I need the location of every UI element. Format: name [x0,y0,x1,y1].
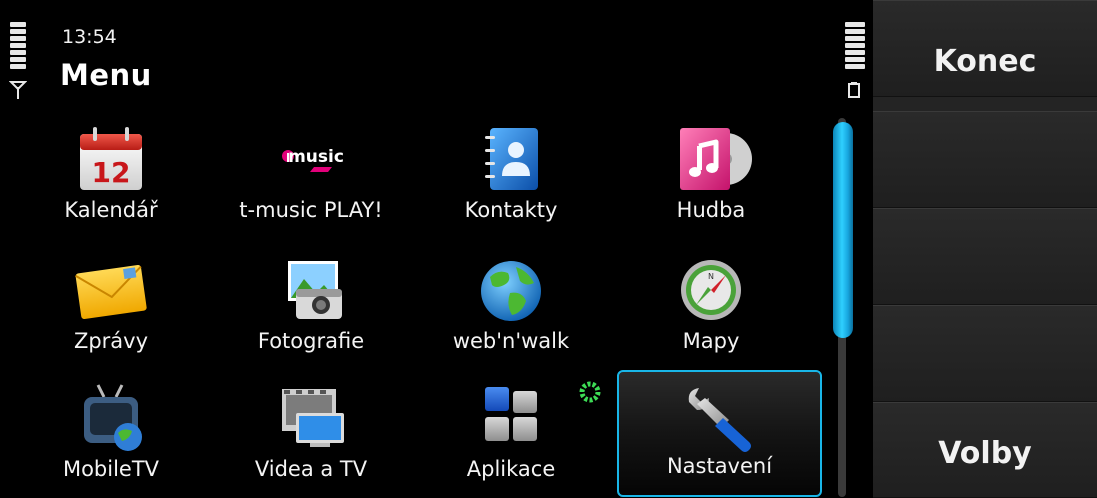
app-tile-hudba[interactable]: Hudba [611,118,811,236]
app-tile-videa[interactable]: Videa a TV [211,377,411,495]
battery-level-icon [845,22,865,71]
app-tile-aplikace[interactable]: Aplikace [411,377,611,495]
globe-icon [481,261,541,321]
app-label: Hudba [676,198,746,222]
contacts-icon [485,128,538,190]
softkey-bottom[interactable]: Volby [873,402,1097,498]
app-tile-kontakty[interactable]: Kontakty [411,118,611,236]
music-icon [680,128,752,190]
signal-strength-icon [10,22,26,71]
scrollbar[interactable] [829,118,855,497]
softkey-exit-label: Konec [933,44,1037,79]
app-label: Zprávy [73,329,149,353]
softkey-slot-2 [873,111,1097,208]
app-tile-mapy[interactable]: N Mapy [611,249,811,367]
battery-icon [848,82,860,98]
softkey-slot-3 [873,208,1097,305]
app-label: Mapy [682,329,740,353]
photos-icon [288,261,342,319]
svg-text:12: 12 [92,156,131,189]
apps-folder-icon [485,387,537,441]
app-tile-fotografie[interactable]: Fotografie [211,249,411,367]
video-icon [282,389,344,447]
softkey-top[interactable]: Konec [873,0,1097,97]
tmusic-icon: music [282,147,344,172]
app-label: Videa a TV [254,457,368,481]
tv-icon [84,384,142,451]
page-title: Menu [60,58,152,92]
antenna-icon [9,81,27,99]
compass-icon: N [681,260,741,320]
svg-text:music: music [288,147,344,167]
softkey-panel: Konec Volby [873,0,1097,498]
app-label: t-music PLAY! [239,198,383,222]
app-label: Fotografie [257,329,365,353]
app-tile-webnwalk[interactable]: web'n'walk [411,249,611,367]
app-tile-zpravy[interactable]: Zprávy [11,249,211,367]
softkey-options-label: Volby [938,436,1032,471]
wrench-icon [688,388,751,452]
scrollbar-thumb[interactable] [833,122,853,338]
envelope-icon [75,265,147,319]
phone-screen: 13:54 Menu 12 Kalendář music t-music PLA… [0,0,1097,498]
app-label: web'n'walk [452,329,570,353]
app-tile-kalendar[interactable]: 12 Kalendář [11,118,211,236]
app-label: Nastavení [666,454,773,478]
app-label: Kalendář [64,198,158,222]
softkey-slot-4 [873,305,1097,402]
app-tile-nastaveni[interactable]: Nastavení [617,370,822,497]
app-tile-tmusic[interactable]: music t-music PLAY! [211,118,411,236]
app-label: MobileTV [62,457,160,481]
loading-spinner-icon [579,381,601,403]
svg-text:N: N [708,272,714,281]
app-label: Kontakty [464,198,558,222]
calendar-icon: 12 [80,127,142,190]
app-label: Aplikace [466,457,556,481]
app-tile-mobiletv[interactable]: MobileTV [11,377,211,495]
status-time: 13:54 [62,26,117,48]
